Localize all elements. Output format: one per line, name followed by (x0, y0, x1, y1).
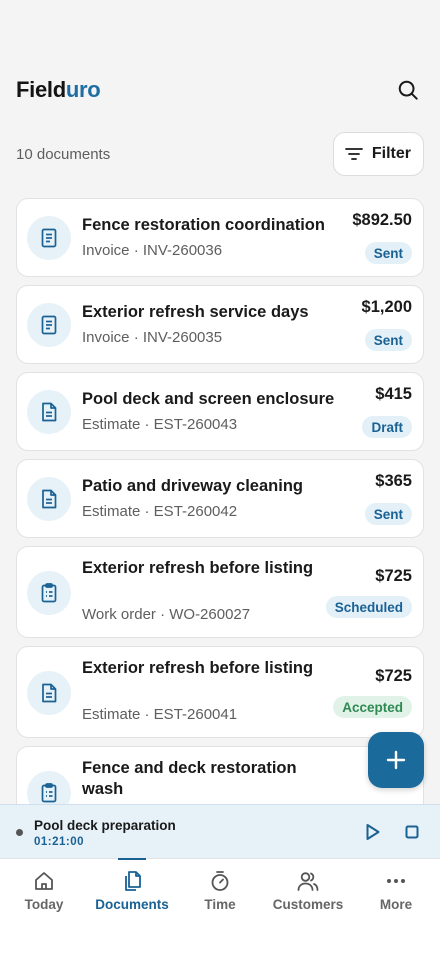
documents-icon (121, 870, 143, 892)
add-document-button[interactable] (368, 732, 424, 788)
status-badge: Sent (364, 242, 412, 264)
tab-label: Documents (95, 897, 169, 912)
tab-label: Customers (272, 897, 344, 912)
invoice-icon (27, 303, 71, 347)
list-toolbar: 10 documents Filter (16, 132, 424, 176)
timer-stop-button[interactable] (402, 822, 422, 842)
stopwatch-icon (209, 870, 231, 892)
document-card[interactable]: Patio and driveway cleaning Estimate · E… (16, 459, 424, 538)
document-subtitle: Estimate · EST-260042 (82, 503, 238, 520)
search-button[interactable] (392, 74, 424, 106)
document-card[interactable]: Pool deck and screen enclosure Estimate … (16, 372, 424, 451)
document-list: Fence restoration coordination Invoice ·… (16, 198, 424, 804)
document-subtitle: Work order · WO-260027 (82, 606, 251, 623)
document-title: Fence and deck restoration wash (82, 759, 297, 798)
tab-more[interactable]: More (352, 859, 440, 919)
tab-label: Time (204, 897, 236, 912)
people-icon (297, 870, 319, 892)
document-count: 10 documents (16, 145, 111, 163)
document-card[interactable]: Exterior refresh before listing Estimate… (16, 646, 424, 738)
document-title: Exterior refresh before listing (82, 659, 314, 677)
filter-icon (344, 148, 363, 160)
document-amount: $892.50 (352, 211, 412, 229)
timer-job-name: Pool deck preparation (34, 818, 176, 833)
document-amount: $1,200 (361, 298, 412, 316)
estimate-icon (27, 477, 71, 521)
document-card[interactable]: Exterior refresh before listing Work ord… (16, 546, 424, 638)
plus-icon (386, 750, 406, 770)
document-card[interactable]: Fence and deck restoration wash (16, 746, 424, 804)
status-badge: Draft (362, 416, 412, 438)
app-header: Fielduro (16, 74, 424, 106)
document-amount: $725 (375, 567, 412, 585)
work-order-icon (27, 771, 71, 804)
more-icon (385, 870, 407, 892)
timer-elapsed: 01:21:00 (34, 836, 85, 848)
document-title: Exterior refresh before listing (82, 559, 314, 577)
document-amount: $365 (375, 472, 412, 490)
status-badge: Sent (364, 329, 412, 351)
document-title: Patio and driveway cleaning (82, 477, 303, 495)
status-badge: Accepted (333, 696, 412, 718)
tab-customers[interactable]: Customers (264, 859, 352, 919)
timer-status-dot (16, 829, 23, 836)
tab-today[interactable]: Today (0, 859, 88, 919)
app-logo: Fielduro (16, 77, 101, 102)
tab-documents[interactable]: Documents (88, 859, 176, 919)
document-amount: $725 (375, 667, 412, 685)
status-badge: Scheduled (325, 596, 412, 618)
filter-label: Filter (371, 145, 411, 162)
filter-button[interactable]: Filter (332, 132, 424, 176)
document-subtitle: Estimate · EST-260043 (82, 416, 238, 433)
bottom-tab-bar: Today Documents Time Customers More (0, 858, 440, 956)
search-icon (398, 80, 418, 100)
document-subtitle: Invoice · INV-260036 (82, 242, 223, 259)
document-amount: $415 (375, 385, 412, 403)
document-subtitle: Estimate · EST-260041 (82, 706, 238, 723)
estimate-icon (27, 671, 71, 715)
document-title: Exterior refresh service days (82, 303, 309, 321)
tab-time[interactable]: Time (176, 859, 264, 919)
document-title: Pool deck and screen enclosure (82, 390, 335, 408)
document-card[interactable]: Fence restoration coordination Invoice ·… (16, 198, 424, 277)
document-card[interactable]: Exterior refresh service days Invoice · … (16, 285, 424, 364)
estimate-icon (27, 390, 71, 434)
play-icon (366, 824, 380, 840)
timer-play-button[interactable] (362, 821, 384, 843)
document-title: Fence restoration coordination (82, 216, 325, 234)
tab-label: Today (24, 897, 64, 912)
document-subtitle: Invoice · INV-260035 (82, 329, 223, 346)
work-order-icon (27, 571, 71, 615)
invoice-icon (27, 216, 71, 260)
status-badge: Sent (364, 503, 412, 525)
home-icon (33, 870, 55, 892)
tab-label: More (379, 897, 413, 912)
stop-icon (405, 825, 419, 839)
